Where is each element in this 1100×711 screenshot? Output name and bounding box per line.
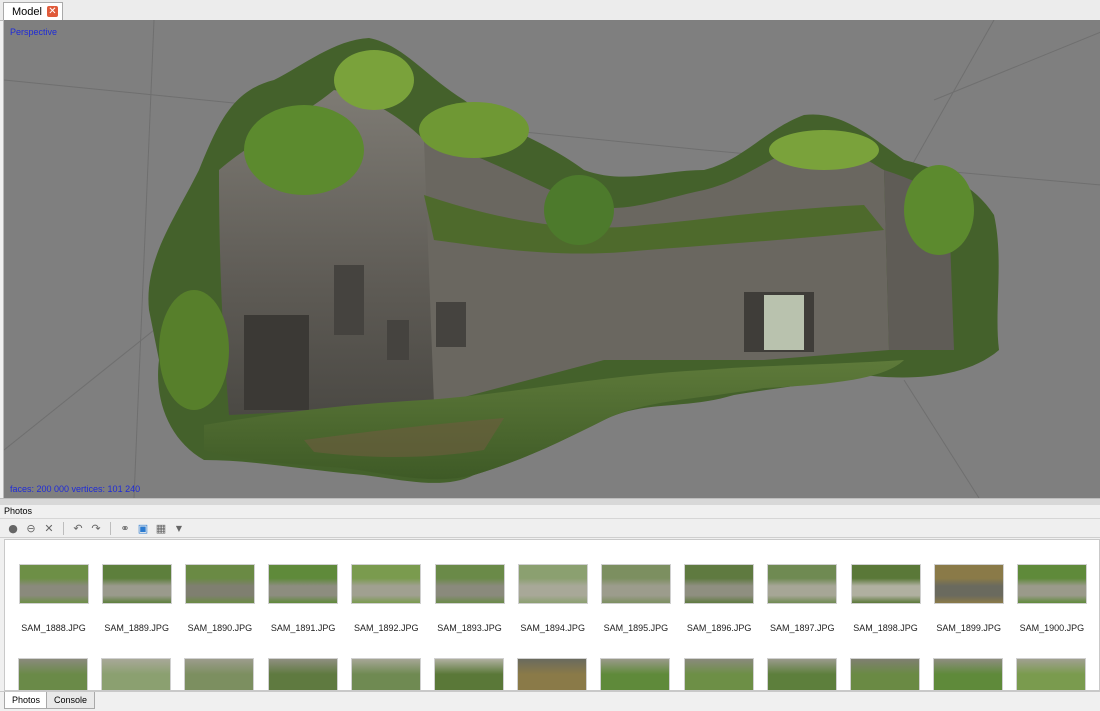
photo-item[interactable]: SAM_1896.JPG: [678, 564, 761, 633]
tab-photos[interactable]: Photos: [4, 692, 49, 709]
mesh-stats: faces: 200 000 vertices: 101 240: [10, 484, 141, 494]
toolbar-separator: [110, 521, 111, 535]
rotate-left-icon[interactable]: ↶: [71, 521, 85, 535]
photo-thumbnail[interactable]: [184, 564, 255, 604]
photo-thumbnail[interactable]: [850, 658, 920, 690]
photo-thumbnail[interactable]: [933, 658, 1004, 690]
photo-thumbnail-grid[interactable]: SAM_1888.JPG SAM_1889.JPG SAM_1890.JPG SAM_…: [4, 539, 1100, 691]
photo-item[interactable]: SAM_1891.JPG: [262, 564, 345, 633]
photo-thumbnail[interactable]: [18, 658, 88, 690]
photo-thumbnail[interactable]: [600, 658, 671, 690]
document-tab-bar: Model ✕: [0, 0, 1100, 21]
photo-thumbnail[interactable]: [683, 658, 754, 690]
photo-thumbnail[interactable]: [767, 564, 838, 604]
toolbar-separator: [63, 521, 64, 535]
photo-filename: SAM_1896.JPG: [686, 623, 752, 633]
photo-item[interactable]: SAM_1898.JPG: [844, 564, 927, 633]
photo-thumbnail[interactable]: [351, 564, 422, 604]
dropdown-arrow-icon[interactable]: ▼: [172, 521, 186, 535]
photo-filename: SAM_1888.JPG: [21, 623, 86, 633]
photo-thumbnail[interactable]: [101, 658, 172, 690]
enable-camera-icon[interactable]: ●: [6, 521, 20, 535]
bottom-tab-bar: Photos Console: [0, 691, 1100, 711]
photo-thumbnail[interactable]: [1016, 658, 1087, 690]
photos-panel-title: Photos: [0, 505, 1100, 519]
photo-item[interactable]: SAM_1890.JPG: [178, 564, 261, 633]
photo-item[interactable]: SAM_1895.JPG: [594, 564, 677, 633]
photo-item[interactable]: SAM_1888.JPG: [12, 564, 95, 633]
photos-toolbar: ● ⊖ ✕ ↶ ↷ ⚭ ▣ ▦ ▼: [0, 519, 1100, 538]
disable-camera-icon[interactable]: ⊖: [24, 521, 38, 535]
photo-thumbnail[interactable]: [766, 658, 837, 690]
photo-thumbnail[interactable]: [850, 564, 921, 604]
photo-thumbnail[interactable]: [933, 564, 1004, 604]
photo-filename: SAM_1892.JPG: [354, 623, 419, 633]
tab-model[interactable]: Model ✕: [3, 2, 63, 20]
photo-filename: SAM_1894.JPG: [520, 623, 585, 633]
photo-filename: SAM_1893.JPG: [437, 623, 502, 633]
photo-filename: SAM_1898.JPG: [853, 623, 918, 633]
photo-filename: SAM_1900.JPG: [1019, 623, 1085, 633]
photo-thumbnail[interactable]: [18, 564, 89, 604]
binoculars-icon[interactable]: ⚭: [118, 521, 132, 535]
thumbnail-view-icon[interactable]: ▦: [154, 521, 168, 535]
projection-label: Perspective: [10, 27, 58, 37]
photo-thumbnail[interactable]: [600, 564, 671, 604]
photo-thumbnail[interactable]: [434, 658, 504, 690]
photo-item[interactable]: SAM_1899.JPG: [927, 564, 1010, 633]
photo-thumbnail[interactable]: [1016, 564, 1087, 604]
remove-photo-icon[interactable]: ✕: [42, 521, 56, 535]
photo-item[interactable]: SAM_1893.JPG: [428, 564, 511, 633]
photo-thumbnail[interactable]: [184, 658, 255, 690]
photo-thumbnail[interactable]: [101, 564, 172, 604]
close-icon[interactable]: ✕: [46, 6, 58, 17]
photo-filename: SAM_1899.JPG: [936, 623, 1001, 633]
photo-item[interactable]: SAM_1894.JPG: [511, 564, 594, 633]
photo-thumbnail[interactable]: [434, 564, 505, 604]
photo-filename: SAM_1891.JPG: [270, 623, 336, 633]
photo-thumbnail[interactable]: [268, 564, 339, 604]
rotate-right-icon[interactable]: ↷: [89, 521, 103, 535]
photo-item[interactable]: SAM_1900.JPG: [1010, 564, 1093, 633]
photo-thumbnail[interactable]: [684, 564, 755, 604]
scene-svg: [4, 20, 1100, 498]
photo-thumbnail[interactable]: [350, 658, 421, 690]
photo-thumbnail[interactable]: [517, 658, 588, 690]
reset-filter-icon[interactable]: ▣: [136, 521, 150, 535]
photo-item[interactable]: SAM_1897.JPG: [761, 564, 844, 633]
tab-model-label: Model: [12, 5, 42, 18]
photo-filename: SAM_1895.JPG: [603, 623, 669, 633]
photo-item[interactable]: SAM_1892.JPG: [345, 564, 428, 633]
photo-thumbnail[interactable]: [517, 564, 588, 604]
ruin-mesh: [148, 38, 999, 483]
tab-console[interactable]: Console: [46, 692, 96, 709]
photo-item[interactable]: SAM_1889.JPG: [95, 564, 178, 633]
model-viewport[interactable]: Perspective faces: 200 000 vertices: 101…: [3, 20, 1100, 498]
photo-filename: SAM_1890.JPG: [187, 623, 253, 633]
photo-thumbnail[interactable]: [267, 658, 338, 690]
photo-filename: SAM_1897.JPG: [770, 623, 835, 633]
photo-filename: SAM_1889.JPG: [104, 623, 169, 633]
